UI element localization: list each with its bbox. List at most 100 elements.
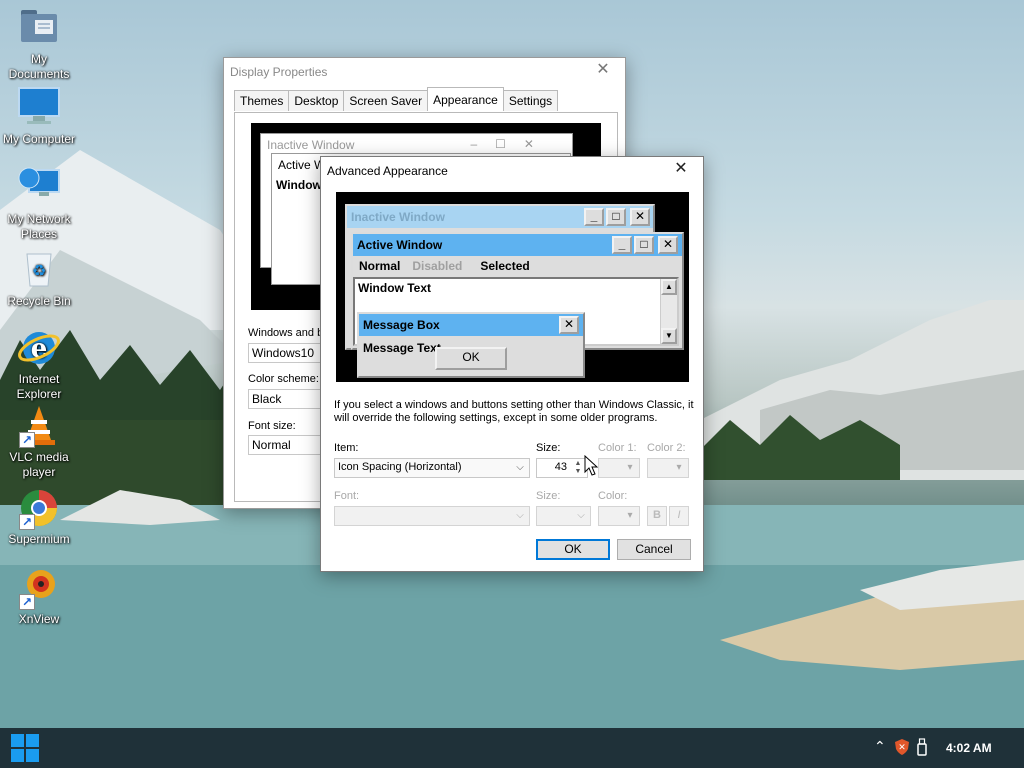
desktop-icon-label: Internet Explorer xyxy=(16,372,62,401)
size-label: Size: xyxy=(536,442,561,454)
desktop-icon-recycle-bin[interactable]: ♻ Recycle Bin xyxy=(0,248,78,309)
chevron-down-icon: ⌵ xyxy=(577,510,585,521)
dialog-title: Advanced Appearance xyxy=(327,164,448,178)
chevron-up-icon[interactable]: ⌃ xyxy=(874,738,886,755)
size-value: 43 xyxy=(554,461,567,473)
spinner-arrows-icon[interactable]: ▲ ▼ xyxy=(571,460,585,476)
desktop-icon-supermium[interactable]: ↗ Supermium xyxy=(0,486,78,547)
close-button[interactable]: ✕ xyxy=(591,60,615,80)
shortcut-arrow-icon: ↗ xyxy=(19,432,35,448)
clock-time[interactable]: 4:02 AM xyxy=(946,741,992,755)
tab-strip: Themes Desktop Screen Saver Appearance S… xyxy=(234,87,625,111)
vlc-cone-icon: ↗ xyxy=(17,404,61,448)
display-properties-titlebar[interactable]: Display Properties xyxy=(224,58,625,86)
desktop-icon-my-computer[interactable]: My Computer xyxy=(0,86,78,147)
advanced-appearance-dialog: Advanced Appearance ✕ Inactive Window _ … xyxy=(320,156,704,572)
scroll-down-icon: ▼ xyxy=(661,328,677,344)
close-icon: ✕ xyxy=(630,208,650,226)
shield-security-icon[interactable]: ✕ xyxy=(894,738,910,759)
font-size-select[interactable]: ⌵ xyxy=(536,506,591,526)
svg-text:✕: ✕ xyxy=(898,743,906,753)
preview-scrollbar: ▲ ▼ xyxy=(660,279,677,344)
color1-picker[interactable]: ▾ xyxy=(598,458,640,478)
close-button[interactable]: ✕ xyxy=(669,159,693,179)
maximize-icon: □ xyxy=(606,208,626,226)
tab-themes[interactable]: Themes xyxy=(234,90,290,111)
minimize-icon: _ xyxy=(584,208,604,226)
info-text: If you select a windows and buttons sett… xyxy=(334,399,694,424)
ok-button[interactable]: OK xyxy=(536,539,610,560)
windows-logo-icon xyxy=(11,734,24,747)
size-spinner[interactable]: 43 ▲ ▼ xyxy=(536,458,588,478)
preview-ok-button: OK xyxy=(435,347,507,370)
font-color-picker[interactable]: ▾ xyxy=(598,506,640,526)
desktop-icon-label: My Computer xyxy=(2,132,76,146)
color2-picker[interactable]: ▾ xyxy=(647,458,689,478)
color-scheme-label: Color scheme: xyxy=(248,373,319,385)
italic-toggle[interactable]: I xyxy=(669,506,689,526)
advanced-appearance-titlebar[interactable]: Advanced Appearance xyxy=(321,157,703,185)
cancel-button[interactable]: Cancel xyxy=(617,539,691,560)
tab-settings[interactable]: Settings xyxy=(502,90,559,111)
computer-monitor-icon xyxy=(17,86,61,130)
mouse-pointer-icon xyxy=(584,454,599,476)
shortcut-arrow-icon: ↗ xyxy=(19,594,35,610)
folder-documents-icon xyxy=(17,6,61,50)
close-icon: ✕ xyxy=(658,236,678,254)
desktop-icon-my-documents[interactable]: My Documents xyxy=(0,6,78,82)
color2-label: Color 2: xyxy=(647,442,686,454)
network-globe-icon xyxy=(17,166,61,210)
maximize-icon: □ xyxy=(634,236,654,254)
menu-item-disabled: Disabled xyxy=(412,259,463,273)
close-icon: ✕ xyxy=(559,316,579,334)
chevron-down-icon: ⌵ xyxy=(516,510,524,521)
desktop-icon-internet-explorer[interactable]: e Internet Explorer xyxy=(0,326,78,402)
minimize-icon: _ xyxy=(612,236,632,254)
desktop-icon-vlc[interactable]: ↗ VLC media player xyxy=(0,404,78,480)
item-label: Item: xyxy=(334,442,359,454)
tab-screen-saver[interactable]: Screen Saver xyxy=(343,90,429,111)
windows-and-buttons-label: Windows and b xyxy=(248,327,324,339)
menu-item-normal: Normal xyxy=(359,259,401,273)
start-button[interactable] xyxy=(11,734,39,762)
desktop-icon-label: Supermium xyxy=(8,532,70,546)
usb-drive-icon[interactable] xyxy=(916,738,928,759)
chevron-down-icon: ▾ xyxy=(676,462,682,473)
preview-menu-bar: Normal Disabled Selected xyxy=(353,256,682,276)
recycle-bin-icon: ♻ xyxy=(17,248,61,292)
desktop-icon-label: My Documents xyxy=(8,52,70,81)
menu-item-selected: Selected xyxy=(480,259,530,273)
desktop-icon-label: My Network Places xyxy=(7,212,71,241)
preview-window-text: Window Text xyxy=(358,281,431,295)
preview-message-box-titlebar: Message Box xyxy=(359,314,583,336)
shortcut-arrow-icon: ↗ xyxy=(19,514,35,530)
preview-message-box: Message Box ✕ Message Text OK xyxy=(357,312,585,378)
supermium-browser-icon: ↗ xyxy=(17,486,61,530)
preview-active-titlebar: Active Window xyxy=(353,234,682,256)
item-select-value: Icon Spacing (Horizontal) xyxy=(338,461,462,473)
color1-label: Color 1: xyxy=(598,442,637,454)
taskbar: ⌃ ✕ 4:02 AM xyxy=(0,728,1024,768)
font-select[interactable]: ⌵ xyxy=(334,506,530,526)
tab-desktop[interactable]: Desktop xyxy=(288,90,345,111)
bold-toggle[interactable]: B xyxy=(647,506,667,526)
chevron-down-icon: ⌵ xyxy=(516,462,524,473)
item-select[interactable]: Icon Spacing (Horizontal) ⌵ xyxy=(334,458,530,478)
desktop-icon-my-network-places[interactable]: My Network Places xyxy=(0,166,78,242)
window-title: Display Properties xyxy=(230,65,328,79)
desktop-icon-label: XnView xyxy=(18,612,60,626)
tab-appearance[interactable]: Appearance xyxy=(427,87,504,111)
desktop-icon-label: Recycle Bin xyxy=(7,294,71,308)
advanced-preview: Inactive Window _ □ ✕ Active Window _ □ … xyxy=(336,192,689,382)
desktop-icon-xnview[interactable]: ↗ XnView xyxy=(0,566,78,627)
font-color-label: Color: xyxy=(598,490,628,502)
preview-active-title: Active Window xyxy=(357,238,443,252)
chevron-down-icon: ▾ xyxy=(627,510,633,521)
desktop-icon-label: VLC media player xyxy=(9,450,69,479)
svg-text:♻: ♻ xyxy=(32,261,46,280)
scroll-up-icon: ▲ xyxy=(661,279,677,295)
preview-message-box-title: Message Box xyxy=(363,318,440,332)
preview-inactive-title: Inactive Window xyxy=(351,210,445,224)
xnview-icon: ↗ xyxy=(17,566,61,610)
font-label: Font: xyxy=(334,490,360,502)
